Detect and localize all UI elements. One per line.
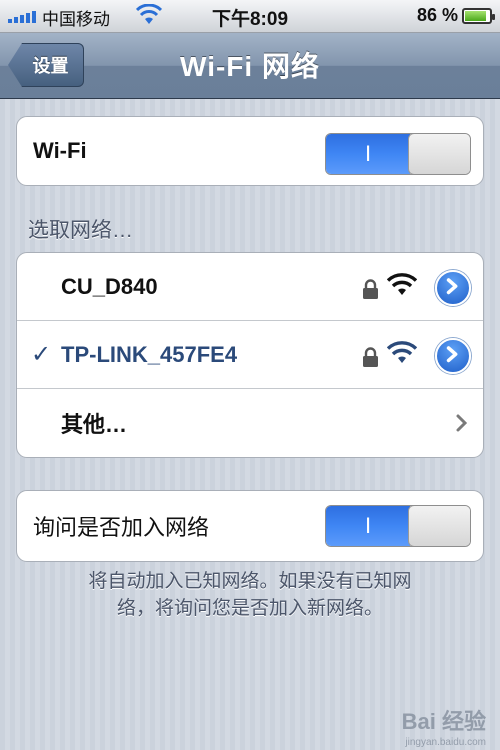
network-row-tp-link[interactable]: ✓ TP-LINK_457FE4 — [17, 321, 483, 389]
wifi-toggle-group: Wi-Fi I — [16, 116, 484, 186]
section-header: 选取网络… — [28, 219, 133, 242]
ask-to-join-toggle-switch[interactable]: I — [325, 505, 471, 547]
wifi-signal-icon — [387, 341, 417, 363]
network-detail-button[interactable] — [435, 338, 471, 374]
baidu-watermark: Bai 经验 — [401, 709, 486, 734]
toggle-knob — [408, 134, 470, 174]
battery-percentage: 86 % — [416, 5, 458, 25]
network-name: CU_D840 — [61, 273, 158, 299]
footer-line-1: 将自动加入已知网络。如果没有已知网 — [88, 571, 412, 592]
network-list: CU_D840 ✓ TP-LINK_457FE4 其他… — [16, 252, 484, 458]
lock-icon — [363, 347, 378, 367]
ask-to-join-label: 询问是否加入网络 — [33, 515, 210, 540]
other-network-row[interactable]: 其他… — [17, 389, 483, 457]
ask-to-join-group: 询问是否加入网络 I — [16, 490, 484, 562]
footer-note: 将自动加入已知网络。如果没有已知网 络，将询问您是否加入新网络。 — [20, 568, 480, 622]
status-bar: 中国移动 下午8:09 86 % — [0, 0, 500, 33]
battery-icon — [462, 8, 495, 24]
wifi-toggle-switch[interactable]: I — [325, 133, 471, 175]
footer-line-2: 络，将询问您是否加入新网络。 — [116, 598, 383, 619]
navigation-bar: 设置 Wi-Fi 网络 — [0, 33, 500, 99]
wifi-signal-icon — [387, 273, 417, 295]
wifi-label: Wi-Fi — [33, 138, 87, 163]
toggle-on-indicator: I — [326, 506, 410, 546]
chevron-right-icon — [456, 414, 468, 432]
toggle-on-indicator: I — [326, 134, 410, 174]
watermark-url: jingyan.baidu.com — [405, 737, 486, 748]
other-network-label: 其他… — [61, 412, 128, 437]
network-name: TP-LINK_457FE4 — [61, 341, 238, 367]
battery-level — [465, 11, 486, 21]
checkmark-icon: ✓ — [31, 341, 52, 368]
network-detail-button[interactable] — [435, 270, 471, 306]
toggle-knob — [408, 506, 470, 546]
network-row-cu-d840[interactable]: CU_D840 — [17, 253, 483, 321]
wifi-toggle-row: Wi-Fi I — [17, 117, 483, 185]
chevron-right-icon — [446, 346, 458, 363]
ask-to-join-row: 询问是否加入网络 I — [17, 491, 483, 561]
lock-icon — [363, 279, 378, 299]
page-title: Wi-Fi 网络 — [180, 51, 320, 82]
chevron-right-icon — [446, 278, 458, 295]
